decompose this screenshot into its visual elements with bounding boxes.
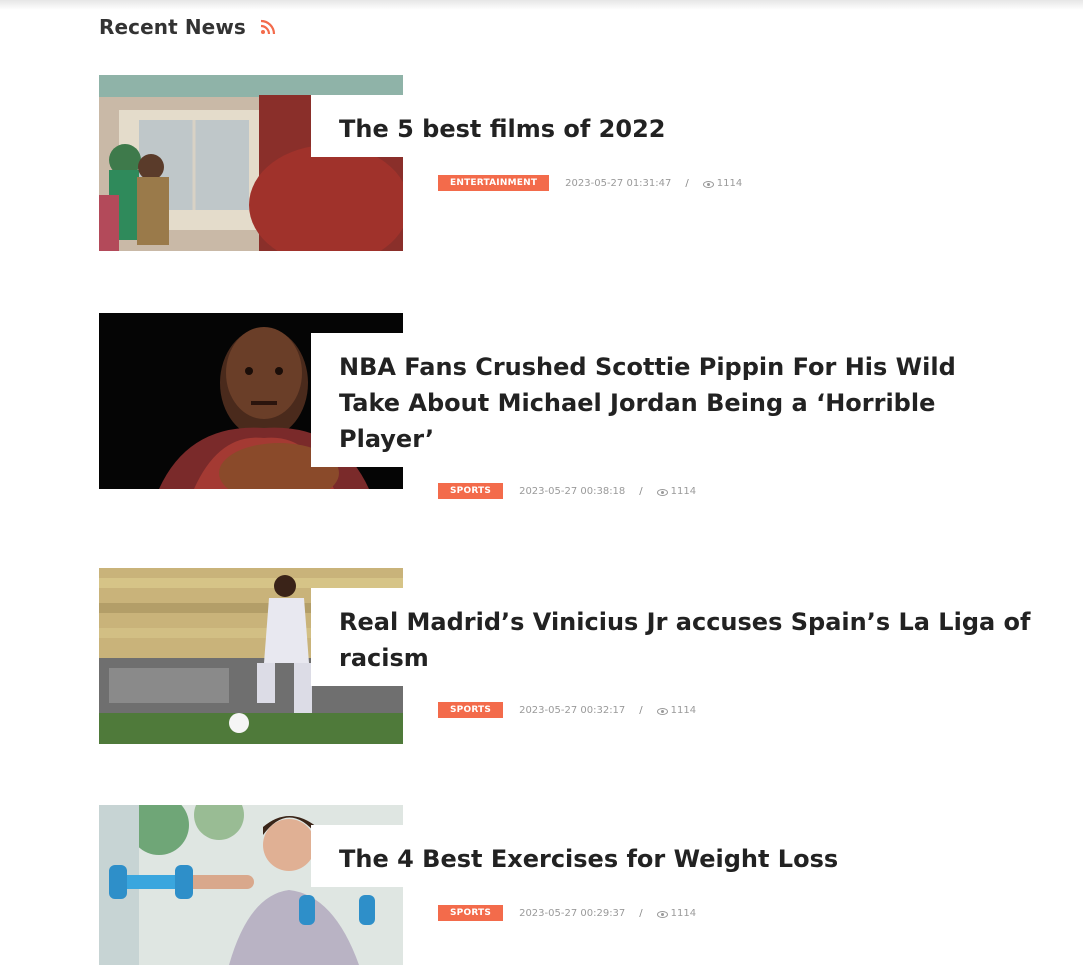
news-meta: SPORTS 2023-05-27 00:38:18 / 1114 bbox=[438, 483, 696, 499]
news-datetime: 2023-05-27 00:29:37 bbox=[519, 907, 626, 919]
category-badge[interactable]: SPORTS bbox=[438, 702, 504, 718]
category-badge[interactable]: ENTERTAINMENT bbox=[438, 175, 550, 191]
views-number: 1114 bbox=[670, 485, 697, 497]
views-count: 1114 bbox=[702, 177, 743, 189]
news-title[interactable]: The 5 best films of 2022 bbox=[339, 111, 665, 147]
eye-icon bbox=[656, 707, 668, 715]
views-count: 1114 bbox=[656, 704, 697, 716]
rss-icon[interactable] bbox=[260, 19, 276, 35]
news-meta: SPORTS 2023-05-27 00:32:17 / 1114 bbox=[438, 702, 696, 718]
views-number: 1114 bbox=[716, 177, 743, 189]
views-count: 1114 bbox=[656, 907, 697, 919]
news-title[interactable]: NBA Fans Crushed Scottie Pippin For His … bbox=[339, 349, 1019, 457]
news-datetime: 2023-05-27 01:31:47 bbox=[565, 177, 672, 189]
news-datetime: 2023-05-27 00:32:17 bbox=[519, 704, 626, 716]
views-number: 1114 bbox=[670, 704, 697, 716]
news-title[interactable]: Real Madrid’s Vinicius Jr accuses Spain’… bbox=[339, 604, 1059, 676]
views-count: 1114 bbox=[656, 485, 697, 497]
news-meta: SPORTS 2023-05-27 00:29:37 / 1114 bbox=[438, 905, 696, 921]
section-title: Recent News bbox=[99, 15, 246, 39]
title-card: The 4 Best Exercises for Weight Loss bbox=[311, 825, 859, 887]
category-badge[interactable]: SPORTS bbox=[438, 483, 504, 499]
meta-separator: / bbox=[639, 704, 643, 716]
top-shadow bbox=[0, 0, 1083, 10]
eye-icon bbox=[656, 488, 668, 496]
news-item[interactable]: The 4 Best Exercises for Weight Loss SPO… bbox=[99, 805, 1059, 965]
category-badge[interactable]: SPORTS bbox=[438, 905, 504, 921]
news-item[interactable]: Real Madrid’s Vinicius Jr accuses Spain’… bbox=[99, 568, 1079, 744]
news-item[interactable]: The 5 best films of 2022 ENTERTAINMENT 2… bbox=[99, 75, 1059, 251]
title-card: Real Madrid’s Vinicius Jr accuses Spain’… bbox=[311, 588, 1079, 686]
meta-separator: / bbox=[639, 907, 643, 919]
section-header: Recent News bbox=[99, 12, 276, 42]
news-title[interactable]: The 4 Best Exercises for Weight Loss bbox=[339, 841, 838, 877]
news-datetime: 2023-05-27 00:38:18 bbox=[519, 485, 626, 497]
meta-separator: / bbox=[685, 177, 689, 189]
news-item[interactable]: NBA Fans Crushed Scottie Pippin For His … bbox=[99, 313, 1059, 499]
meta-separator: / bbox=[639, 485, 643, 497]
news-meta: ENTERTAINMENT 2023-05-27 01:31:47 / 1114 bbox=[438, 175, 742, 191]
eye-icon bbox=[702, 180, 714, 188]
title-card: The 5 best films of 2022 bbox=[311, 95, 686, 157]
title-card: NBA Fans Crushed Scottie Pippin For His … bbox=[311, 333, 1039, 467]
eye-icon bbox=[656, 910, 668, 918]
views-number: 1114 bbox=[670, 907, 697, 919]
